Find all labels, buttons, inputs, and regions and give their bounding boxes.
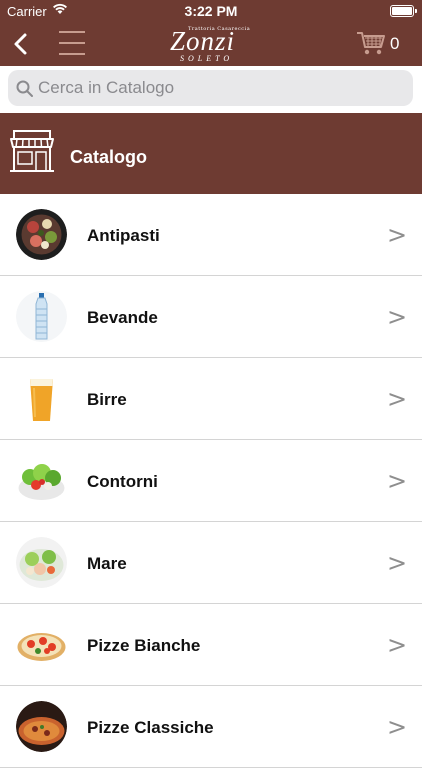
top-bar: Carrier 3:22 PM Trattoria Casareccia Zon… xyxy=(0,0,422,66)
category-list: Antipasti > Bevande > Birre > Contorni >… xyxy=(0,194,422,768)
category-label: Pizze Classiche xyxy=(87,718,214,737)
category-label: Bevande xyxy=(87,308,158,327)
contorni-thumbnail xyxy=(16,455,67,506)
cart-count: 0 xyxy=(390,34,400,53)
hamburger-menu-icon[interactable] xyxy=(57,28,87,58)
pizze-classiche-thumbnail xyxy=(16,701,67,752)
category-label: Antipasti xyxy=(87,226,160,245)
bevande-thumbnail xyxy=(16,291,67,342)
cart-button[interactable] xyxy=(356,30,386,56)
store-icon xyxy=(8,127,56,180)
chevron-right-icon: > xyxy=(387,385,408,413)
category-row-birre[interactable]: Birre > xyxy=(0,358,422,440)
search-area xyxy=(0,66,422,112)
chevron-right-icon: > xyxy=(387,303,408,331)
birre-thumbnail xyxy=(16,373,67,424)
logo-city: SOLETO xyxy=(180,54,234,63)
search-input[interactable] xyxy=(38,70,398,106)
chevron-right-icon: > xyxy=(387,549,408,577)
category-label: Mare xyxy=(87,554,127,573)
category-row-pizze-classiche[interactable]: Pizze Classiche > xyxy=(0,686,422,768)
category-row-contorni[interactable]: Contorni > xyxy=(0,440,422,522)
navigation-bar: Trattoria Casareccia Zonzi SOLETO 0 xyxy=(0,22,422,66)
catalog-title: Catalogo xyxy=(70,147,148,167)
chevron-right-icon: > xyxy=(387,631,408,659)
chevron-right-icon: > xyxy=(387,221,408,249)
category-row-mare[interactable]: Mare > xyxy=(0,522,422,604)
back-button[interactable] xyxy=(10,30,32,58)
antipasti-thumbnail xyxy=(16,209,67,260)
back-chevron-icon xyxy=(14,33,27,55)
search-icon xyxy=(16,80,34,103)
category-label: Birre xyxy=(87,390,127,409)
category-row-bevande[interactable]: Bevande > xyxy=(0,276,422,358)
status-time: 3:22 PM xyxy=(184,3,238,19)
category-label: Contorni xyxy=(87,472,158,491)
cart-icon xyxy=(357,32,385,55)
search-bar[interactable] xyxy=(8,70,413,106)
category-label: Pizze Bianche xyxy=(87,636,201,655)
chevron-right-icon: > xyxy=(387,467,408,495)
logo-name: Zonzi xyxy=(170,26,236,56)
battery-icon xyxy=(390,5,417,17)
category-row-antipasti[interactable]: Antipasti > xyxy=(0,194,422,276)
mare-thumbnail xyxy=(16,537,67,588)
pizze-bianche-thumbnail xyxy=(16,619,67,670)
catalog-header: Catalogo xyxy=(0,113,422,194)
chevron-right-icon: > xyxy=(387,713,408,741)
status-bar: Carrier 3:22 PM xyxy=(0,0,422,22)
category-row-pizze-bianche[interactable]: Pizze Bianche > xyxy=(0,604,422,686)
brand-logo: Trattoria Casareccia Zonzi SOLETO xyxy=(150,24,272,64)
